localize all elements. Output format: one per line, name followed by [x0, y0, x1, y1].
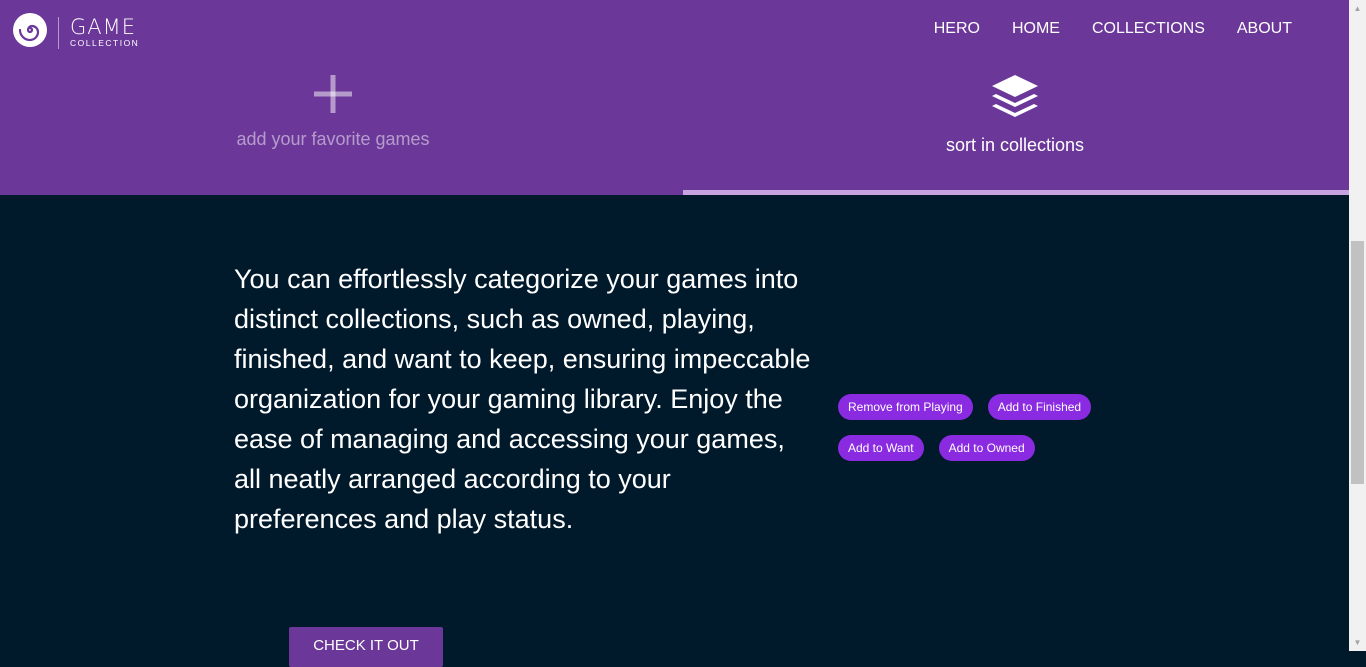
feature-sort-label: sort in collections: [945, 135, 1085, 155]
spiral-logo-icon: [12, 12, 48, 53]
chip-row: Add to Want Add to Owned: [838, 435, 1118, 461]
feature-tab-sort[interactable]: sort in collections: [865, 72, 1165, 156]
logo-text: GAME COLLECTION: [70, 17, 139, 48]
logo-subtitle: COLLECTION: [70, 38, 140, 49]
logo-title: GAME: [70, 15, 137, 40]
nav-collections[interactable]: COLLECTIONS: [1092, 20, 1205, 38]
feature-tab-add[interactable]: add your favorite games: [183, 72, 483, 150]
feature-add-label: add your favorite games: [236, 129, 430, 149]
nav-hero[interactable]: HERO: [934, 20, 980, 38]
logo[interactable]: GAME COLLECTION: [12, 12, 139, 53]
collection-actions: Remove from Playing Add to Finished Add …: [838, 394, 1118, 476]
nav-about[interactable]: ABOUT: [1237, 20, 1292, 38]
page: GAME COLLECTION HERO HOME COLLECTIONS AB…: [0, 0, 1349, 667]
plus-icon: [311, 75, 355, 120]
feature-description: You can effortlessly categorize your gam…: [234, 264, 811, 534]
hero-header: GAME COLLECTION HERO HOME COLLECTIONS AB…: [0, 0, 1349, 195]
chip-row: Remove from Playing Add to Finished: [838, 394, 1118, 420]
check-it-out-button[interactable]: CHECK IT OUT: [289, 627, 443, 667]
vertical-scrollbar[interactable]: ▲ ▼: [1349, 0, 1366, 651]
layers-icon: [989, 75, 1041, 126]
active-tab-indicator: [683, 190, 1349, 195]
scroll-up-icon[interactable]: ▲: [1349, 0, 1366, 17]
logo-divider: [58, 16, 59, 49]
remove-from-playing-button[interactable]: Remove from Playing: [838, 394, 973, 420]
main-nav: HERO HOME COLLECTIONS ABOUT: [902, 20, 1292, 38]
add-to-owned-button[interactable]: Add to Owned: [938, 435, 1035, 461]
add-to-finished-button[interactable]: Add to Finished: [987, 394, 1092, 420]
scroll-down-icon[interactable]: ▼: [1349, 634, 1366, 651]
nav-home[interactable]: HOME: [1012, 20, 1060, 38]
scrollbar-thumb[interactable]: [1351, 241, 1364, 484]
add-to-want-button[interactable]: Add to Want: [838, 435, 924, 461]
